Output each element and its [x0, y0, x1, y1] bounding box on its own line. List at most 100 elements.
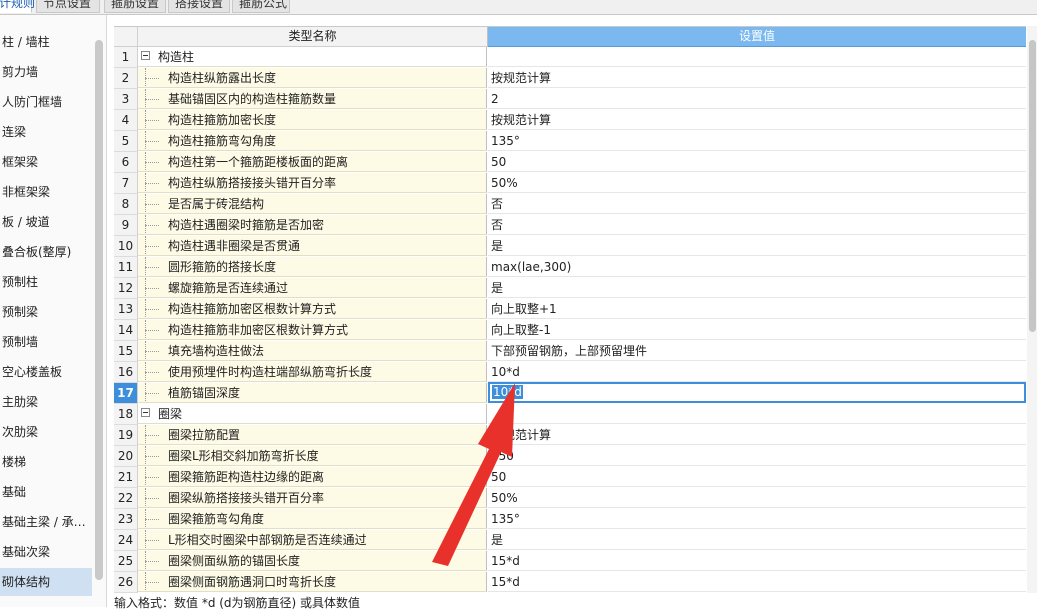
- sidebar-item[interactable]: 基础次梁: [0, 538, 92, 566]
- setting-value: 按规范计算: [491, 71, 552, 85]
- setting-label: 螺旋箍筋是否连续通过: [168, 281, 289, 295]
- column-header-name[interactable]: 类型名称: [138, 27, 488, 47]
- sidebar-item[interactable]: 基础: [0, 478, 92, 506]
- setting-name-cell: 构造柱第一个箍筋距楼板面的距离: [138, 152, 487, 172]
- sidebar-item[interactable]: 预制墙: [0, 328, 92, 356]
- setting-value-cell[interactable]: 按规范计算: [488, 110, 1026, 130]
- setting-name-cell: 圈梁侧面纵筋的锚固长度: [138, 551, 487, 571]
- sidebar-item[interactable]: 连梁: [0, 118, 92, 146]
- table-row[interactable]: 5 构造柱箍筋弯勾角度 135°: [114, 131, 1026, 152]
- setting-value-cell[interactable]: 50: [488, 152, 1026, 172]
- setting-value-cell[interactable]: 135°: [488, 509, 1026, 529]
- setting-value-cell[interactable]: 是: [488, 278, 1026, 298]
- setting-value-cell[interactable]: 2: [488, 89, 1026, 109]
- table-row[interactable]: 23 圈梁箍筋弯勾角度 135°: [114, 509, 1026, 530]
- sidebar-item[interactable]: 非框架梁: [0, 178, 92, 206]
- tree-branch: [145, 120, 159, 121]
- table-row[interactable]: 12 螺旋箍筋是否连续通过 是: [114, 278, 1026, 299]
- sidebar-item[interactable]: 砌体结构: [0, 568, 92, 596]
- table-row[interactable]: 1 构造柱: [114, 47, 1026, 68]
- setting-value-cell[interactable]: 按规范计算: [488, 425, 1026, 445]
- table-row[interactable]: 20 圈梁L形相交斜加筋弯折长度 250: [114, 446, 1026, 467]
- tab-stirrup-formula[interactable]: 箍筋公式: [232, 0, 290, 13]
- sidebar-item[interactable]: 框架梁: [0, 148, 92, 176]
- setting-value-cell[interactable]: 是: [488, 530, 1026, 550]
- tree-branch: [145, 393, 159, 394]
- table-row[interactable]: 18 圈梁: [114, 404, 1026, 425]
- setting-name-cell: 构造柱纵筋露出长度: [138, 68, 487, 88]
- setting-value-cell[interactable]: 向上取整+1: [488, 299, 1026, 319]
- sidebar-item[interactable]: 叠合板(整厚): [0, 238, 92, 266]
- sidebar-item[interactable]: 空心楼盖板: [0, 358, 92, 386]
- table-row[interactable]: 15 填充墙构造柱做法 下部预留钢筋，上部预留埋件: [114, 341, 1026, 362]
- table-row[interactable]: 24 L形相交时圈梁中部钢筋是否连续通过 是: [114, 530, 1026, 551]
- table-row[interactable]: 3 基础锚固区内的构造柱箍筋数量 2: [114, 89, 1026, 110]
- table-row[interactable]: 16 使用预埋件时构造柱端部纵筋弯折长度 10*d: [114, 362, 1026, 383]
- setting-value-cell[interactable]: 135°: [488, 131, 1026, 151]
- setting-value-cell[interactable]: 10*d: [488, 362, 1026, 382]
- table-row[interactable]: 25 圈梁侧面纵筋的锚固长度 15*d: [114, 551, 1026, 572]
- table-row[interactable]: 2 构造柱纵筋露出长度 按规范计算: [114, 68, 1026, 89]
- row-number: 17: [114, 383, 138, 404]
- setting-value-cell[interactable]: 50%: [488, 488, 1026, 508]
- setting-value-cell[interactable]: 50%: [488, 173, 1026, 193]
- setting-value-cell[interactable]: 否: [488, 194, 1026, 214]
- table-row[interactable]: 6 构造柱第一个箍筋距楼板面的距离 50: [114, 152, 1026, 173]
- setting-value-cell[interactable]: 下部预留钢筋，上部预留埋件: [488, 341, 1026, 361]
- row-number: 11: [114, 257, 138, 278]
- tab-lap-settings[interactable]: 搭接设置: [168, 0, 230, 13]
- setting-value-cell[interactable]: 15*d: [488, 572, 1026, 592]
- sidebar-item[interactable]: 人防门框墙: [0, 88, 92, 116]
- tree-branch: [145, 330, 159, 331]
- setting-value-cell[interactable]: 15*d: [488, 551, 1026, 571]
- sidebar-scrollbar[interactable]: [95, 40, 103, 580]
- sidebar-item[interactable]: 板 / 坡道: [0, 208, 92, 236]
- setting-name-cell: 基础锚固区内的构造柱箍筋数量: [138, 89, 487, 109]
- sidebar-item[interactable]: 主肋梁: [0, 388, 92, 416]
- table-row[interactable]: 11 圆形箍筋的搭接长度 max(lae,300): [114, 257, 1026, 278]
- collapse-icon[interactable]: [141, 408, 150, 417]
- sidebar-item[interactable]: 预制柱: [0, 268, 92, 296]
- setting-value-cell[interactable]: [488, 47, 1026, 67]
- sidebar-item[interactable]: 基础主梁 / 承…: [0, 508, 92, 536]
- table-row[interactable]: 9 构造柱遇圈梁时箍筋是否加密 否: [114, 215, 1026, 236]
- table-row[interactable]: 19 圈梁拉筋配置 按规范计算: [114, 425, 1026, 446]
- grid-scrollbar-thumb[interactable]: [1029, 40, 1036, 332]
- setting-value-cell[interactable]: 是: [488, 236, 1026, 256]
- column-header-value[interactable]: 设置值: [488, 27, 1026, 47]
- table-row[interactable]: 4 构造柱箍筋加密长度 按规范计算: [114, 110, 1026, 131]
- sidebar-item[interactable]: 楼梯: [0, 448, 92, 476]
- table-row[interactable]: 22 圈梁纵筋搭接接头错开百分率 50%: [114, 488, 1026, 509]
- sidebar-item[interactable]: 柱 / 墙柱: [0, 28, 92, 56]
- sidebar-item[interactable]: 次肋梁: [0, 418, 92, 446]
- row-number: 13: [114, 299, 138, 320]
- setting-value-cell[interactable]: 250: [488, 446, 1026, 466]
- value-editor[interactable]: 10*d: [488, 382, 1026, 403]
- table-row[interactable]: 21 圈梁箍筋距构造柱边缘的距离 50: [114, 467, 1026, 488]
- table-row[interactable]: 17 植筋锚固深度 10*d: [114, 382, 1026, 404]
- setting-value-cell[interactable]: 否: [488, 215, 1026, 235]
- tree-branch: [145, 372, 159, 373]
- setting-value-cell[interactable]: 按规范计算: [488, 68, 1026, 88]
- table-row[interactable]: 13 构造柱箍筋加密区根数计算方式 向上取整+1: [114, 299, 1026, 320]
- grid-scrollbar[interactable]: [1027, 26, 1037, 593]
- tab-node-settings[interactable]: 节点设置: [36, 0, 100, 13]
- sidebar-item[interactable]: 预制梁: [0, 298, 92, 326]
- tab-stirrup-settings[interactable]: 箍筋设置: [104, 0, 166, 13]
- table-row[interactable]: 7 构造柱纵筋搭接接头错开百分率 50%: [114, 173, 1026, 194]
- setting-value[interactable]: 10*d: [492, 385, 523, 399]
- setting-name-cell: 构造柱纵筋搭接接头错开百分率: [138, 173, 487, 193]
- setting-value-cell[interactable]: 50: [488, 467, 1026, 487]
- collapse-icon[interactable]: [141, 51, 150, 60]
- sidebar-item[interactable]: 剪力墙: [0, 58, 92, 86]
- setting-value-cell[interactable]: 向上取整-1: [488, 320, 1026, 340]
- table-row[interactable]: 26 圈梁侧面钢筋遇洞口时弯折长度 15*d: [114, 572, 1026, 593]
- setting-value: 135°: [491, 134, 520, 148]
- setting-label: 构造柱箍筋加密长度: [168, 113, 277, 127]
- table-row[interactable]: 10 构造柱遇非圈梁是否贯通 是: [114, 236, 1026, 257]
- setting-value-cell[interactable]: [488, 404, 1026, 424]
- setting-value-cell[interactable]: max(lae,300): [488, 257, 1026, 277]
- table-row[interactable]: 8 是否属于砖混结构 否: [114, 194, 1026, 215]
- table-row[interactable]: 14 构造柱箍筋非加密区根数计算方式 向上取整-1: [114, 320, 1026, 341]
- tab-calc-rules[interactable]: 计规则: [0, 0, 35, 13]
